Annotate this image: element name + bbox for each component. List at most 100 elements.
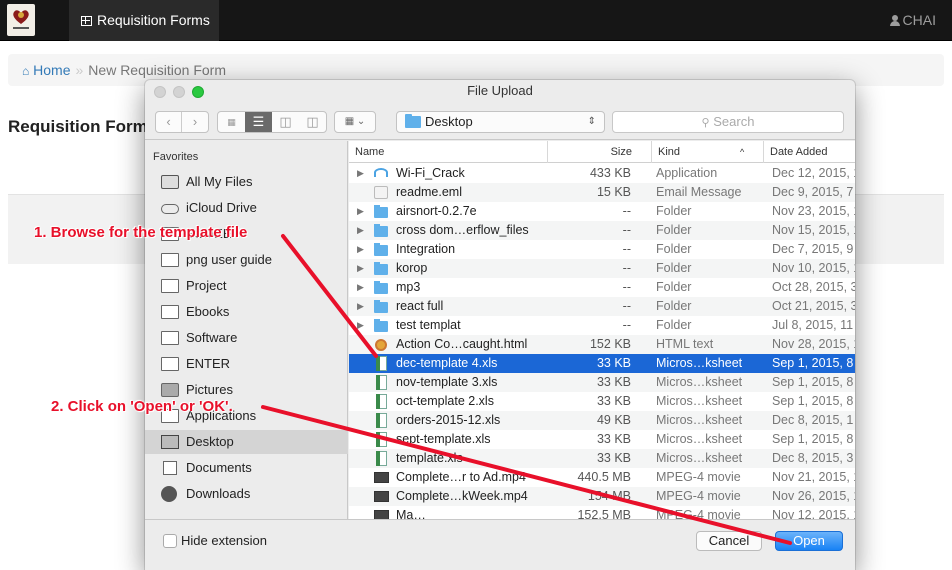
file-date: Sep 1, 2015, 8: [772, 394, 854, 408]
file-kind: MPEG-4 movie: [656, 508, 741, 519]
disclosure-triangle-icon[interactable]: ▶: [357, 316, 364, 335]
file-row[interactable]: Complete…kWeek.mp4 154 MB MPEG-4 movie Nov …: [349, 487, 855, 506]
breadcrumb-current: New Requisition Form: [88, 62, 227, 78]
sidebar-item[interactable]: Software: [145, 326, 348, 350]
favorites-sidebar: Favorites All My Files iCloud Drive ESMEE p…: [145, 141, 348, 519]
file-size: --: [622, 223, 631, 237]
folder-icon: [161, 357, 179, 371]
sidebar-item[interactable]: Downloads: [145, 482, 348, 506]
file-date: Oct 28, 2015, 3: [772, 280, 855, 294]
list-view-button[interactable]: ☰: [245, 112, 272, 132]
zoom-window-button[interactable]: [192, 86, 204, 98]
sidebar-item-label: Software: [186, 330, 238, 345]
breadcrumb-home-link[interactable]: ⌂ Home: [22, 62, 71, 78]
file-row[interactable]: nov-template 3.xls 33 KB Micros…ksheet Sep …: [349, 373, 855, 392]
all-files-icon: [161, 175, 179, 189]
wifi-file-icon: [374, 168, 388, 177]
disclosure-triangle-icon[interactable]: ▶: [357, 221, 364, 240]
fold-file-icon: [374, 243, 388, 256]
file-row[interactable]: ▶ airsnort-0.2.7e -- Folder Nov 23, 2015, 1: [349, 202, 855, 221]
icon-view-button[interactable]: ▦: [218, 112, 245, 132]
file-row[interactable]: sept-template.xls 33 KB Micros…ksheet Sep 1…: [349, 430, 855, 449]
search-placeholder: Search: [713, 114, 755, 129]
file-row[interactable]: orders-2015-12.xls 49 KB Micros…ksheet Dec …: [349, 411, 855, 430]
column-header-date-added[interactable]: Date Added: [763, 141, 855, 163]
department-of-health-logo[interactable]: [7, 4, 35, 36]
cover-flow-view-button[interactable]: ◫: [299, 112, 326, 132]
hide-extension-checkbox[interactable]: [163, 534, 177, 548]
sidebar-item[interactable]: ENTER: [145, 352, 348, 376]
disclosure-triangle-icon[interactable]: ▶: [357, 164, 364, 183]
file-name: orders-2015-12.xls: [396, 413, 501, 427]
file-name: Action Co…caught.html: [396, 337, 528, 351]
minimize-window-button[interactable]: [173, 86, 185, 98]
back-forward-buttons: ‹ ›: [155, 111, 209, 133]
disclosure-triangle-icon[interactable]: ▶: [357, 259, 364, 278]
file-row[interactable]: oct-template 2.xls 33 KB Micros…ksheet Sep …: [349, 392, 855, 411]
disclosure-triangle-icon[interactable]: ▶: [357, 297, 364, 316]
search-input[interactable]: ⚲ Search: [612, 111, 844, 133]
file-name: template.xls: [396, 451, 463, 465]
forward-button[interactable]: ›: [182, 112, 208, 132]
column-header-size[interactable]: Size: [547, 141, 638, 163]
sidebar-item[interactable]: png user guide: [145, 248, 348, 272]
close-window-button[interactable]: [154, 86, 166, 98]
file-row[interactable]: dec-template 4.xls 33 KB Micros…ksheet Sep …: [349, 354, 855, 373]
file-date: Oct 21, 2015, 3: [772, 299, 855, 313]
sidebar-item[interactable]: Desktop: [145, 430, 348, 454]
annotation-step-1: 1. Browse for the template file: [34, 224, 248, 241]
file-kind: Micros…ksheet: [656, 356, 743, 370]
disclosure-triangle-icon[interactable]: ▶: [357, 240, 364, 259]
sidebar-item-label: Project: [186, 278, 227, 293]
nav-tab-requisition-forms[interactable]: Requisition Forms: [69, 0, 219, 41]
fold-file-icon: [374, 224, 388, 237]
arrange-button[interactable]: ▦ ⌄: [334, 111, 376, 133]
file-kind: Micros…ksheet: [656, 375, 743, 389]
column-header-kind[interactable]: Kind ^: [651, 141, 763, 163]
vid-file-icon: [374, 472, 389, 483]
file-row[interactable]: ▶ mp3 -- Folder Oct 28, 2015, 3: [349, 278, 855, 297]
file-date: Dec 9, 2015, 7: [772, 185, 854, 199]
file-row[interactable]: ▶ korop -- Folder Nov 10, 2015, 1: [349, 259, 855, 278]
user-menu[interactable]: CHAI: [889, 0, 936, 41]
file-row[interactable]: Ma… 152.5 MB MPEG-4 movie Nov 12, 2015, 1: [349, 506, 855, 519]
file-size: 440.5 MB: [577, 470, 631, 484]
back-button[interactable]: ‹: [156, 112, 182, 132]
sidebar-item[interactable]: All My Files: [145, 170, 348, 194]
xls-file-icon: [376, 375, 387, 390]
file-kind: Folder: [656, 280, 692, 294]
file-row[interactable]: Action Co…caught.html 152 KB HTML text Nov …: [349, 335, 855, 354]
cloud-icon: [161, 204, 179, 214]
file-row[interactable]: ▶ cross dom…erflow_files -- Folder Nov 15, 2…: [349, 221, 855, 240]
open-button[interactable]: Open: [775, 531, 843, 551]
file-row[interactable]: ▶ react full -- Folder Oct 21, 2015, 3: [349, 297, 855, 316]
file-size: --: [622, 299, 631, 313]
file-row[interactable]: Complete…r to Ad.mp4 440.5 MB MPEG-4 movie…: [349, 468, 855, 487]
sidebar-item[interactable]: Documents: [145, 456, 348, 480]
sidebar-item[interactable]: Project: [145, 274, 348, 298]
file-row[interactable]: ▶ Wi-Fi_Crack 433 KB Application Dec 12, 201…: [349, 164, 855, 183]
column-view-button[interactable]: ◫: [272, 112, 299, 132]
file-size: 33 KB: [596, 451, 631, 465]
hide-extension-label: Hide extension: [181, 533, 267, 548]
file-row[interactable]: readme.eml 15 KB Email Message Dec 9, 2015,…: [349, 183, 855, 202]
column-header-name[interactable]: Name: [349, 141, 384, 163]
sidebar-item[interactable]: Ebooks: [145, 300, 348, 324]
sort-ascending-icon: ^: [740, 147, 745, 157]
desktop-icon: [161, 435, 179, 449]
file-row[interactable]: ▶ test templat -- Folder Jul 8, 2015, 11: [349, 316, 855, 335]
user-icon: [889, 15, 900, 26]
file-row[interactable]: ▶ Integration -- Folder Dec 7, 2015, 9: [349, 240, 855, 259]
fold-file-icon: [374, 319, 388, 332]
disclosure-triangle-icon[interactable]: ▶: [357, 278, 364, 297]
location-popup[interactable]: Desktop ⇕: [396, 111, 605, 133]
file-name: readme.eml: [396, 185, 462, 199]
favorites-heading: Favorites: [153, 151, 199, 163]
file-size: 152.5 MB: [577, 508, 631, 519]
cancel-button[interactable]: Cancel: [696, 531, 762, 551]
file-size: 154 MB: [587, 489, 631, 503]
file-row[interactable]: template.xls 33 KB Micros…ksheet Dec 8, 201…: [349, 449, 855, 468]
disclosure-triangle-icon[interactable]: ▶: [357, 202, 364, 221]
sidebar-item[interactable]: iCloud Drive: [145, 196, 348, 220]
file-size: 49 KB: [596, 413, 631, 427]
